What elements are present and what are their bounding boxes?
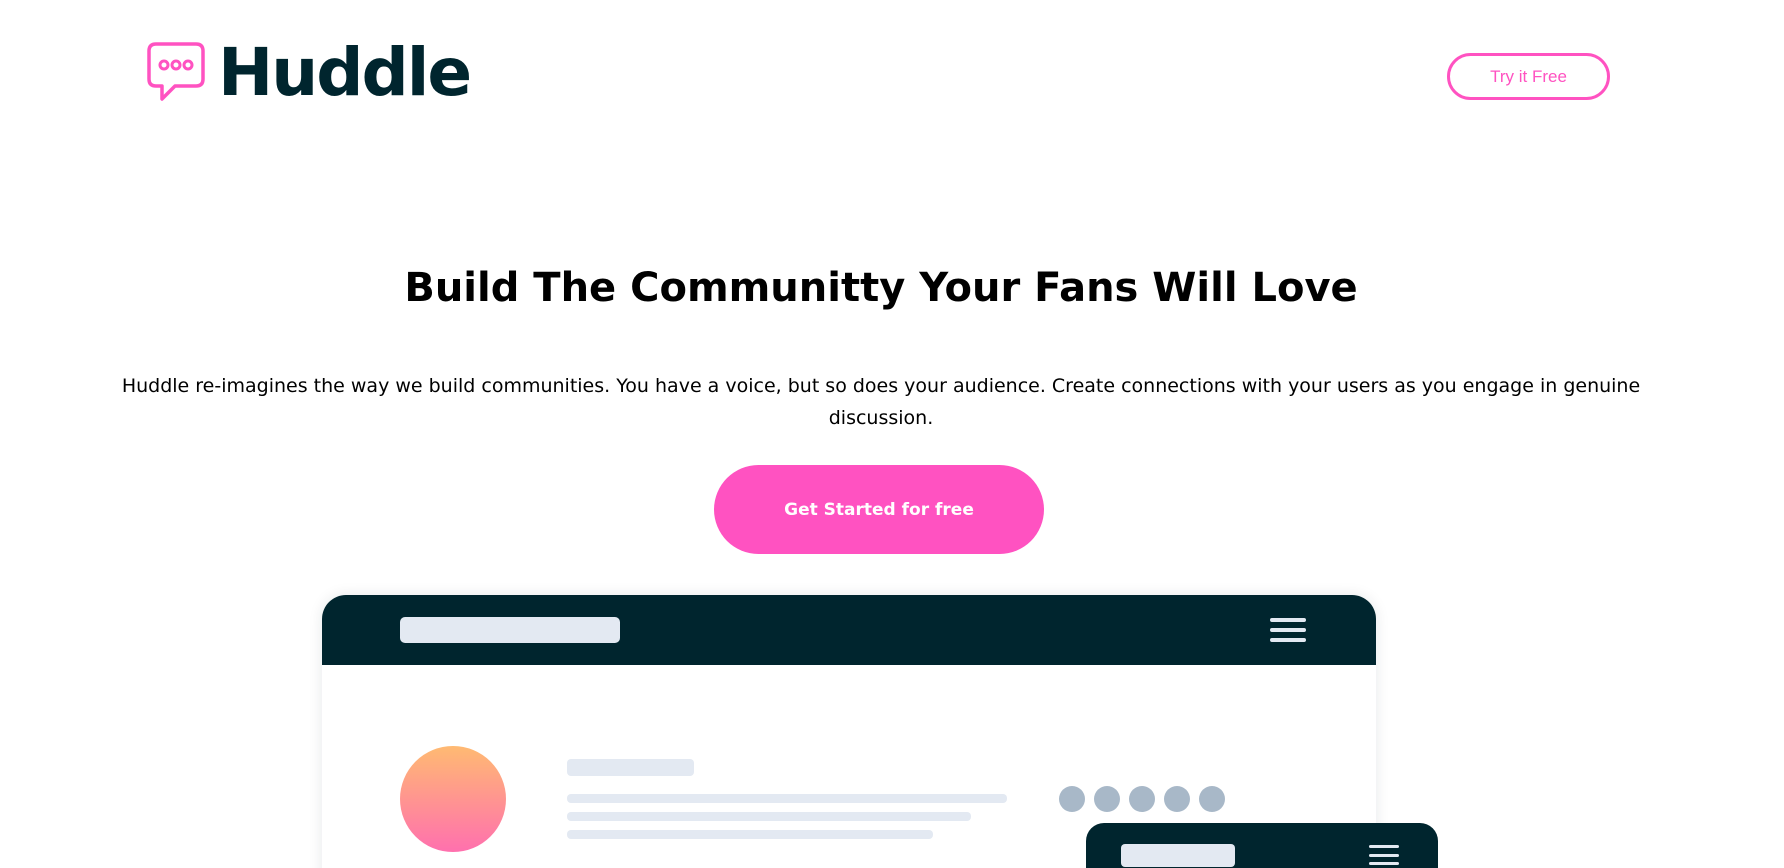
hamburger-menu-icon [1270, 618, 1306, 642]
skeleton-line [567, 794, 1007, 803]
try-it-free-button[interactable]: Try it Free [1447, 53, 1610, 100]
logo-text: Huddle [218, 34, 472, 111]
mockup-nav-bar [322, 595, 1376, 665]
skeleton-line [567, 812, 971, 821]
hamburger-menu-icon [1369, 845, 1399, 865]
mobile-mockup-bar [1086, 823, 1438, 868]
skeleton-line [567, 830, 933, 839]
dot [1129, 786, 1155, 812]
landing-page: Huddle Try it Free Build The Communitty … [0, 0, 1784, 868]
dot [1094, 786, 1120, 812]
hero-description: Huddle re-imagines the way we build comm… [121, 375, 1641, 429]
avatar [400, 746, 506, 852]
mockup-url-placeholder [400, 617, 620, 643]
skeleton-title [567, 759, 694, 776]
chat-bubble-icon [147, 42, 205, 101]
user-dots [1059, 786, 1225, 812]
dot [1164, 786, 1190, 812]
dot [1059, 786, 1085, 812]
mobile-url-placeholder [1121, 844, 1235, 867]
dot [1199, 786, 1225, 812]
get-started-button[interactable]: Get Started for free [714, 465, 1044, 554]
hero-title: Build The Communitty Your Fans Will Love [404, 265, 1358, 311]
logo[interactable]: Huddle [146, 34, 472, 111]
